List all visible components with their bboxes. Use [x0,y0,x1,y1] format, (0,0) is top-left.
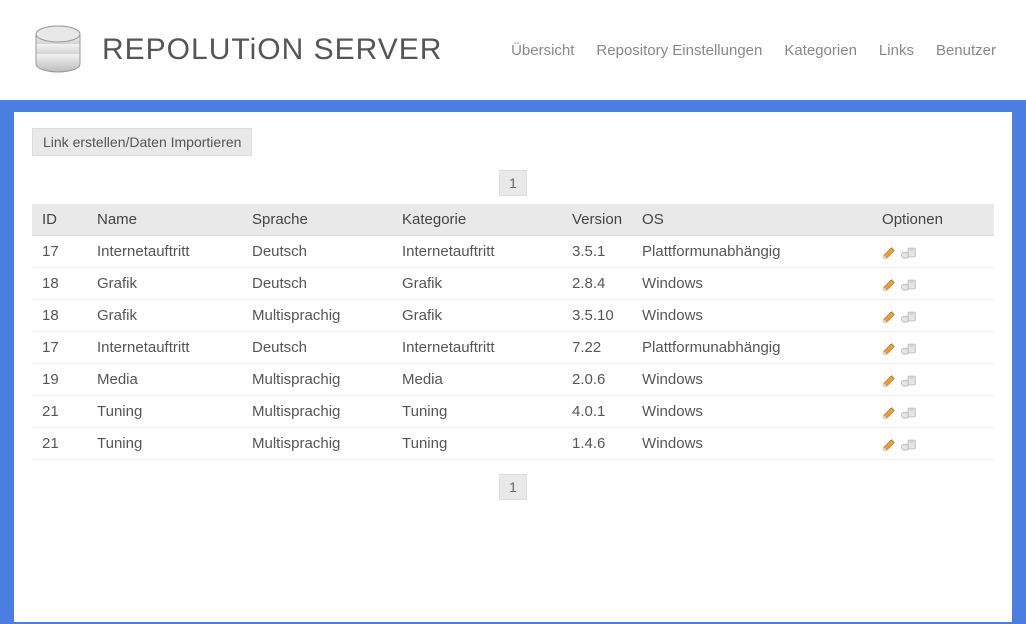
cell-cat: Internetauftritt [392,236,562,268]
nav-overview[interactable]: Übersicht [511,42,574,59]
pager-top: 1 [32,170,994,196]
package-icon[interactable] [901,437,917,452]
cell-options [872,364,994,396]
cell-id: 18 [32,300,87,332]
table-row: 17InternetauftrittDeutschInternetauftrit… [32,332,994,364]
cell-lang: Multisprachig [242,428,392,460]
content-panel: Link erstellen/Daten Importieren 1 ID Na… [14,112,1012,622]
cell-cat: Media [392,364,562,396]
table-row: 21TuningMultisprachigTuning4.0.1Windows [32,396,994,428]
col-ver: Version [562,204,632,236]
pager-page[interactable]: 1 [499,474,527,500]
cell-options [872,332,994,364]
cell-ver: 2.0.6 [562,364,632,396]
nav-links[interactable]: Links [879,42,914,59]
cell-lang: Deutsch [242,268,392,300]
cell-cat: Internetauftritt [392,332,562,364]
cell-lang: Multisprachig [242,396,392,428]
pager-page[interactable]: 1 [499,170,527,196]
col-lang: Sprache [242,204,392,236]
edit-icon[interactable] [882,405,897,420]
database-icon [30,22,86,78]
cell-id: 19 [32,364,87,396]
table-row: 21TuningMultisprachigTuning1.4.6Windows [32,428,994,460]
main-nav: Übersicht Repository Einstellungen Kateg… [511,42,996,59]
header: REPOLUTiON SERVER Übersicht Repository E… [0,0,1026,100]
cell-name: Tuning [87,428,242,460]
package-icon[interactable] [901,245,917,260]
table-row: 17InternetauftrittDeutschInternetauftrit… [32,236,994,268]
cell-options [872,396,994,428]
package-icon[interactable] [901,309,917,324]
nav-users[interactable]: Benutzer [936,42,996,59]
cell-os: Plattformunabhängig [632,332,872,364]
cell-options [872,236,994,268]
cell-name: Media [87,364,242,396]
package-icon[interactable] [901,341,917,356]
package-icon[interactable] [901,373,917,388]
cell-os: Windows [632,364,872,396]
cell-id: 18 [32,268,87,300]
cell-name: Grafik [87,300,242,332]
cell-os: Windows [632,428,872,460]
logo: REPOLUTiON SERVER [30,22,442,78]
cell-ver: 7.22 [562,332,632,364]
cell-lang: Deutsch [242,332,392,364]
cell-os: Plattformunabhängig [632,236,872,268]
cell-id: 21 [32,396,87,428]
cell-os: Windows [632,396,872,428]
cell-lang: Deutsch [242,236,392,268]
edit-icon[interactable] [882,437,897,452]
links-table: ID Name Sprache Kategorie Version OS Opt… [32,204,994,460]
edit-icon[interactable] [882,341,897,356]
cell-ver: 2.8.4 [562,268,632,300]
nav-categories[interactable]: Kategorien [784,42,857,59]
cell-cat: Grafik [392,300,562,332]
cell-os: Windows [632,268,872,300]
cell-options [872,268,994,300]
col-id: ID [32,204,87,236]
app-title: REPOLUTiON SERVER [102,33,442,67]
cell-name: Internetauftritt [87,236,242,268]
package-icon[interactable] [901,405,917,420]
edit-icon[interactable] [882,245,897,260]
col-opt: Optionen [872,204,994,236]
cell-id: 21 [32,428,87,460]
cell-id: 17 [32,332,87,364]
edit-icon[interactable] [882,309,897,324]
cell-name: Grafik [87,268,242,300]
cell-ver: 4.0.1 [562,396,632,428]
cell-options [872,300,994,332]
col-os: OS [632,204,872,236]
cell-options [872,428,994,460]
cell-cat: Tuning [392,396,562,428]
cell-os: Windows [632,300,872,332]
cell-cat: Tuning [392,428,562,460]
cell-ver: 3.5.10 [562,300,632,332]
nav-repo-settings[interactable]: Repository Einstellungen [596,42,762,59]
cell-lang: Multisprachig [242,364,392,396]
cell-name: Internetauftritt [87,332,242,364]
cell-ver: 1.4.6 [562,428,632,460]
table-header-row: ID Name Sprache Kategorie Version OS Opt… [32,204,994,236]
package-icon[interactable] [901,277,917,292]
cell-lang: Multisprachig [242,300,392,332]
table-row: 18GrafikDeutschGrafik2.8.4Windows [32,268,994,300]
create-import-button[interactable]: Link erstellen/Daten Importieren [32,128,252,156]
cell-name: Tuning [87,396,242,428]
pager-bottom: 1 [32,474,994,500]
table-row: 19MediaMultisprachigMedia2.0.6Windows [32,364,994,396]
edit-icon[interactable] [882,277,897,292]
cell-id: 17 [32,236,87,268]
table-row: 18GrafikMultisprachigGrafik3.5.10Windows [32,300,994,332]
edit-icon[interactable] [882,373,897,388]
col-cat: Kategorie [392,204,562,236]
col-name: Name [87,204,242,236]
cell-cat: Grafik [392,268,562,300]
cell-ver: 3.5.1 [562,236,632,268]
